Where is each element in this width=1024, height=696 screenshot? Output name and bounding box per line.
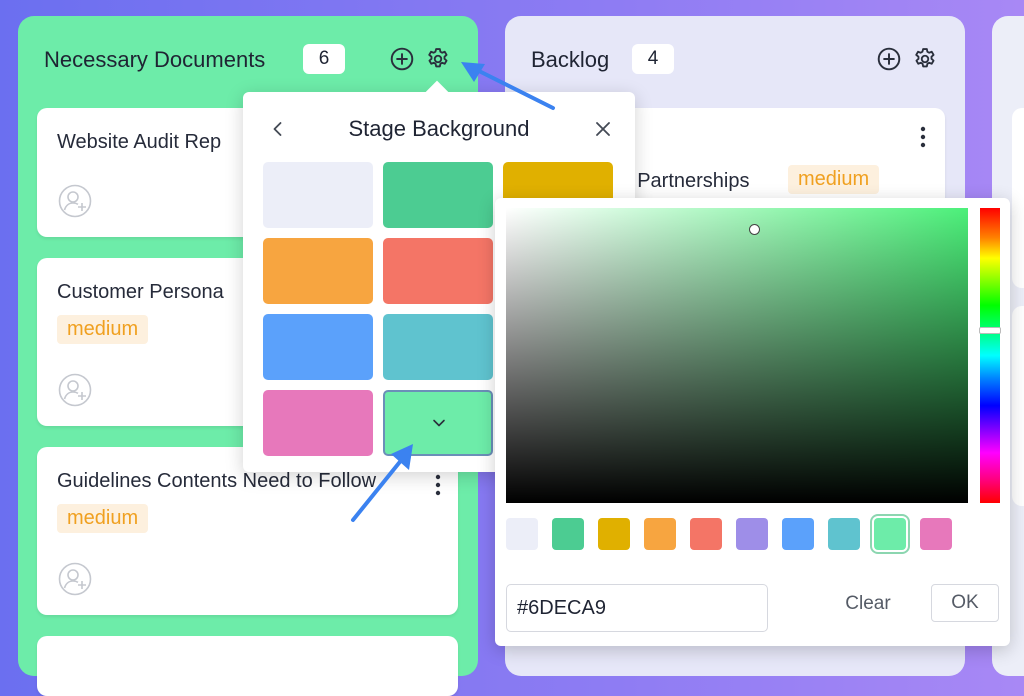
palette-color[interactable] — [598, 518, 630, 550]
assign-user-button[interactable] — [58, 373, 92, 407]
palette-color[interactable] — [506, 518, 538, 550]
assign-user-button[interactable] — [58, 562, 92, 596]
task-card-title: Customer Persona — [57, 281, 224, 303]
background-swatch[interactable] — [383, 162, 493, 228]
palette-color[interactable] — [644, 518, 676, 550]
add-task-button[interactable] — [389, 46, 415, 72]
assign-user-button[interactable] — [58, 184, 92, 218]
background-swatch[interactable] — [263, 314, 373, 380]
hue-slider[interactable] — [979, 208, 1001, 503]
add-user-icon — [58, 184, 92, 218]
add-user-icon — [58, 373, 92, 407]
color-picker-panel: Clear OK — [495, 198, 1010, 646]
add-user-icon — [58, 562, 92, 596]
task-card[interactable]: Guidelines Contents Need to Follow mediu… — [37, 447, 458, 615]
background-swatch[interactable] — [263, 390, 373, 456]
palette-color[interactable] — [828, 518, 860, 550]
stage-title: Backlog — [531, 47, 610, 72]
background-swatch[interactable] — [263, 162, 373, 228]
background-swatch[interactable] — [383, 314, 493, 380]
task-card[interactable] — [1012, 306, 1024, 506]
hue-slider-thumb[interactable] — [979, 327, 1001, 334]
more-options-button[interactable] — [435, 474, 441, 496]
popover-title: Stage Background — [348, 116, 530, 141]
palette-color[interactable] — [782, 518, 814, 550]
palette-color[interactable] — [920, 518, 952, 550]
plus-circle-icon — [877, 47, 901, 71]
chevron-down-icon — [433, 419, 445, 427]
saturation-value-area[interactable] — [506, 208, 968, 503]
more-options-button[interactable] — [920, 126, 926, 148]
stage-title: Necessary Documents — [44, 47, 266, 72]
plus-circle-icon — [390, 47, 414, 71]
stage-count-badge: 4 — [632, 44, 674, 74]
task-card[interactable] — [37, 636, 458, 696]
priority-tag: medium — [788, 165, 880, 194]
palette-color[interactable] — [736, 518, 768, 550]
palette-color[interactable] — [552, 518, 584, 550]
task-card-title: Guidelines Contents Need to Follow — [57, 470, 377, 492]
background-swatch[interactable] — [383, 238, 493, 304]
clear-button[interactable]: Clear — [828, 584, 908, 624]
gear-icon — [428, 48, 448, 68]
close-button[interactable] — [594, 120, 612, 138]
task-card-title: Website Audit Rep — [57, 131, 222, 153]
priority-tag: medium — [57, 504, 149, 533]
priority-tag: medium — [57, 315, 149, 344]
custom-color-swatch[interactable] — [383, 390, 493, 456]
add-task-button[interactable] — [876, 46, 902, 72]
task-card[interactable] — [1012, 108, 1024, 288]
stage-count-badge: 6 — [303, 44, 345, 74]
gear-icon — [915, 48, 935, 68]
palette-color[interactable] — [690, 518, 722, 550]
color-cursor[interactable] — [749, 224, 760, 235]
palette-color-selected[interactable] — [874, 518, 906, 550]
background-swatch[interactable] — [263, 238, 373, 304]
stage-settings-button[interactable] — [425, 46, 451, 72]
stage-settings-button[interactable] — [912, 46, 938, 72]
ok-button[interactable]: OK — [931, 584, 999, 622]
task-card-title: r Partnerships — [625, 170, 750, 192]
hex-color-input[interactable] — [506, 584, 768, 632]
